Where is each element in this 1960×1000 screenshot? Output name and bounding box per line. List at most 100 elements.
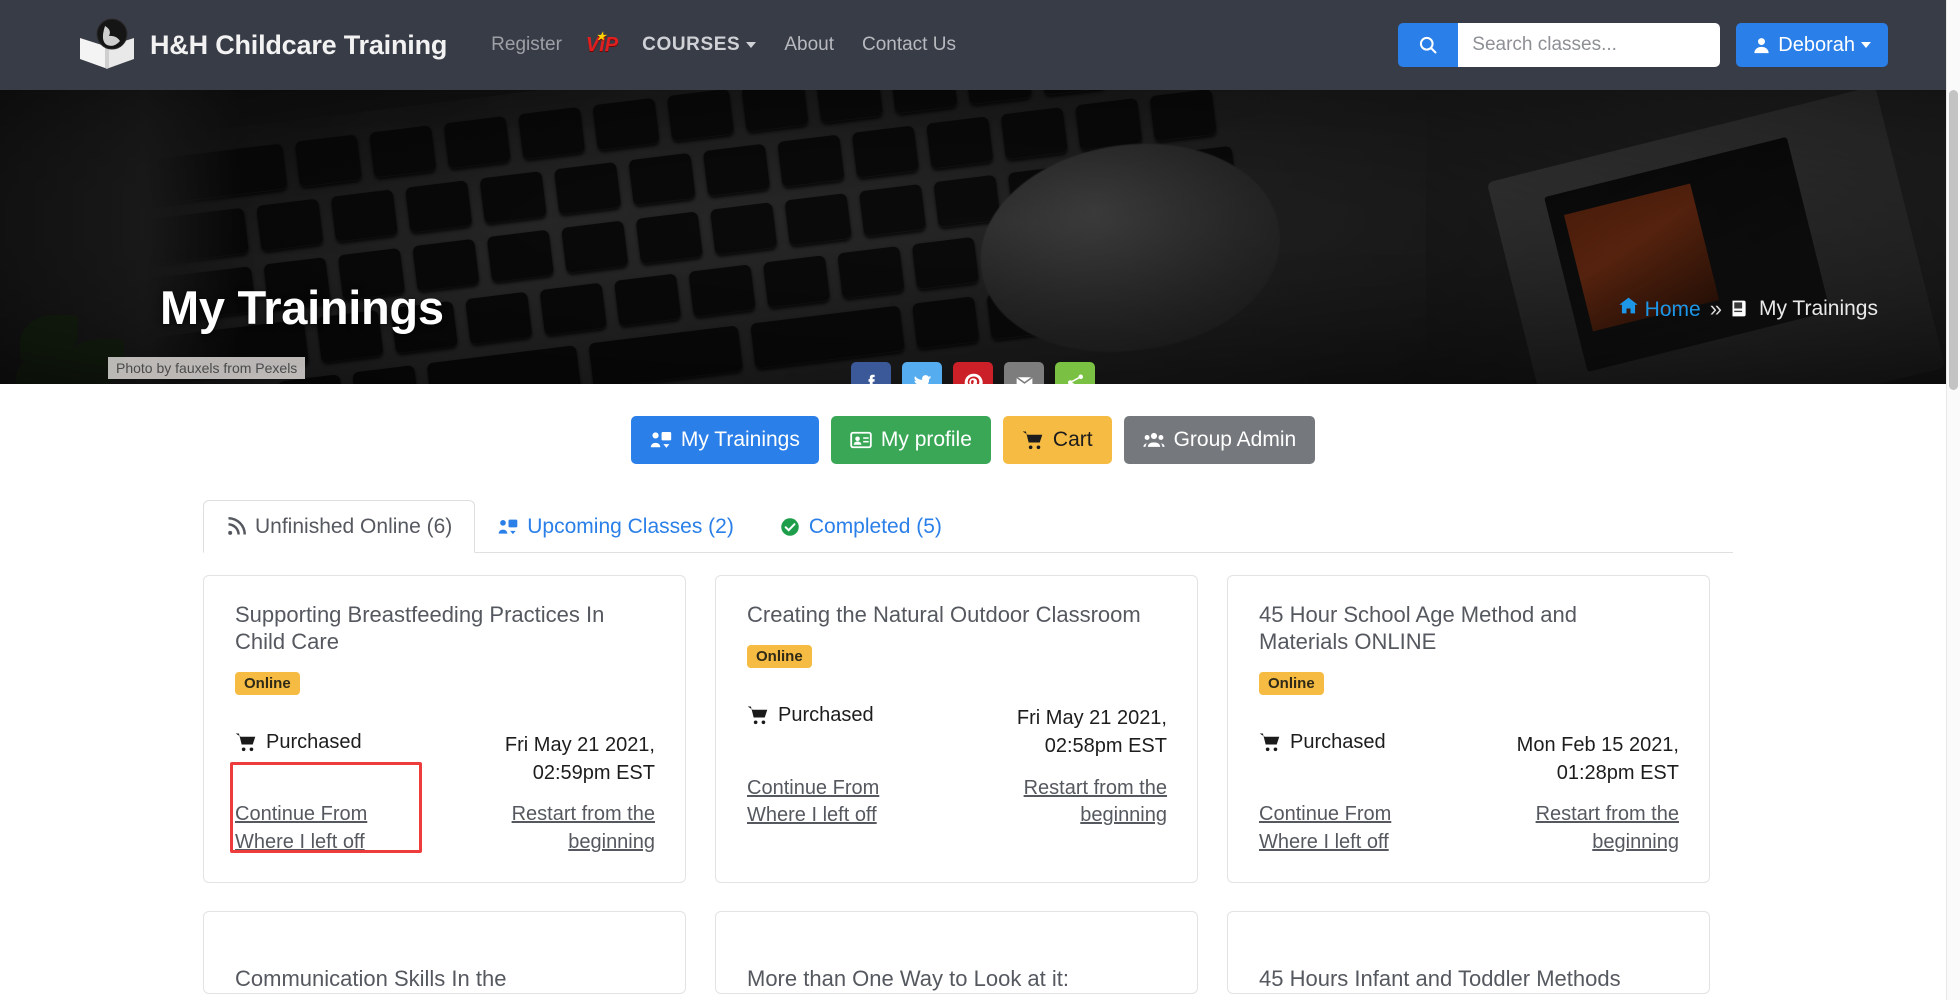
nav-link-vip[interactable]: ★ VIP: [576, 30, 628, 57]
cart-label: Cart: [1052, 428, 1093, 451]
restart-link[interactable]: Restart from the beginning: [1536, 803, 1679, 852]
group-admin-label: Group Admin: [1173, 428, 1297, 451]
chevron-down-icon: [1861, 42, 1871, 48]
scrollbar-thumb[interactable]: [1949, 90, 1958, 390]
cart-icon: [1259, 733, 1280, 752]
my-trainings-label: My Trainings: [680, 428, 800, 451]
search-button[interactable]: [1398, 23, 1459, 67]
continue-link[interactable]: Continue From Where I left off: [1259, 803, 1391, 852]
action-button-row: My Trainings My profile Cart Group Admin: [0, 384, 1946, 464]
training-card-title: More than One Way to Look at it:: [747, 965, 1070, 991]
nav-courses-label: COURSES: [642, 34, 741, 55]
hero-background-photo: [0, 90, 1946, 384]
twitter-icon: [914, 374, 931, 384]
facebook-share-button[interactable]: [851, 362, 891, 384]
profile-card-icon: [850, 431, 872, 449]
search-icon: [1420, 36, 1437, 54]
purchased-status: Purchased: [235, 731, 362, 754]
restart-link[interactable]: Restart from the beginning: [512, 803, 655, 852]
rss-icon: [228, 517, 246, 535]
purchased-status: Purchased: [1259, 731, 1386, 754]
breadcrumb: Home » My Trainings: [1618, 295, 1878, 322]
brand-group[interactable]: H&H Childcare Training: [76, 16, 447, 74]
training-card-title: 45 Hours Infant and Toddler Methods: [1259, 965, 1621, 991]
nav-link-about[interactable]: About: [770, 34, 848, 56]
nav-link-courses[interactable]: COURSES: [628, 34, 770, 56]
chevron-down-icon: [746, 41, 757, 48]
purchased-label: Purchased: [778, 703, 874, 726]
search-group: [1398, 23, 1721, 67]
nav-link-contact-us[interactable]: Contact Us: [848, 34, 970, 56]
continue-link[interactable]: Continue From Where I left off: [747, 777, 879, 826]
training-card[interactable]: More than One Way to Look at it:: [715, 910, 1198, 994]
more-share-button[interactable]: [1055, 362, 1095, 384]
home-icon: [1618, 295, 1639, 316]
status-badge: Online: [1259, 671, 1324, 695]
restart-link[interactable]: Restart from the beginning: [1024, 777, 1167, 826]
cart-button[interactable]: Cart: [1002, 416, 1112, 464]
continue-link[interactable]: Continue From Where I left off: [235, 803, 367, 852]
training-card-title: Supporting Breastfeeding Practices In Ch…: [235, 602, 605, 654]
training-card-title: Communication Skills In the: [235, 965, 507, 991]
vip-star-icon: ★: [596, 30, 606, 43]
top-navbar: H&H Childcare Training Register ★ VIP CO…: [0, 0, 1946, 90]
user-menu-button[interactable]: Deborah: [1736, 23, 1888, 67]
training-card-title: 45 Hour School Age Method and Materials …: [1259, 602, 1578, 654]
page-scrollbar[interactable]: [1946, 0, 1960, 1000]
training-card-title: Creating the Natural Outdoor Classroom: [747, 602, 1141, 627]
purchase-date: Fri May 21 2021, 02:59pm EST: [504, 733, 655, 785]
mail-icon: [1015, 376, 1033, 384]
user-name: Deborah: [1778, 33, 1855, 56]
social-share-row: [851, 362, 1095, 384]
purchased-status: Purchased: [747, 704, 874, 727]
twitter-share-button[interactable]: [902, 362, 942, 384]
status-badge: Online: [235, 671, 300, 695]
purchased-label: Purchased: [1290, 730, 1386, 753]
purchase-date: Mon Feb 15 2021, 01:28pm EST: [1516, 733, 1679, 785]
facebook-icon: [868, 374, 875, 384]
book-icon: [1729, 298, 1750, 319]
share-icon: [1067, 374, 1083, 384]
breadcrumb-separator: »: [1709, 295, 1722, 321]
tab-upcoming-classes[interactable]: Upcoming Classes (2): [475, 500, 757, 553]
hero-banner: My Trainings Photo by fauxels from Pexel…: [0, 90, 1946, 384]
navbar-right-group: Deborah: [1398, 23, 1888, 67]
training-card[interactable]: 45 Hours Infant and Toddler Methods: [1227, 910, 1710, 994]
status-badge: Online: [747, 644, 812, 668]
training-card[interactable]: Supporting Breastfeeding Practices In Ch…: [203, 575, 686, 883]
tab-unfinished-online[interactable]: Unfinished Online (6): [203, 500, 476, 553]
pinterest-share-button[interactable]: [953, 362, 993, 384]
training-card-links: Continue From Where I left off Restart f…: [747, 775, 1167, 829]
purchase-date: Fri May 21 2021, 02:58pm EST: [1016, 706, 1167, 758]
training-card[interactable]: 45 Hour School Age Method and Materials …: [1227, 575, 1710, 883]
group-admin-button[interactable]: Group Admin: [1123, 416, 1316, 464]
email-share-button[interactable]: [1004, 362, 1044, 384]
photo-credit: Photo by fauxels from Pexels: [108, 357, 306, 379]
training-card-meta: Purchased Mon Feb 15 2021, 01:28pm EST: [1259, 731, 1679, 788]
tab-completed-label: Completed (5): [808, 515, 942, 538]
training-tabs: Unfinished Online (6) Upcoming Classes (…: [203, 500, 1733, 553]
check-circle-icon: [781, 518, 799, 536]
breadcrumb-current: My Trainings: [1758, 296, 1878, 320]
users-icon: [1143, 432, 1165, 447]
cart-icon: [1022, 431, 1043, 450]
cart-icon: [235, 733, 256, 752]
my-profile-button[interactable]: My profile: [830, 416, 991, 464]
main-content: My Trainings My profile Cart Group Admin…: [0, 384, 1946, 1000]
breadcrumb-home-label: Home: [1644, 298, 1701, 321]
training-card[interactable]: Communication Skills In the: [203, 910, 686, 994]
tab-unfinished-online-label: Unfinished Online (6): [255, 515, 453, 538]
training-card-meta: Purchased Fri May 21 2021, 02:58pm EST: [747, 704, 1167, 761]
brand-title: H&H Childcare Training: [150, 29, 448, 60]
trainings-icon: [650, 432, 672, 448]
training-card[interactable]: Creating the Natural Outdoor Classroom O…: [715, 575, 1198, 883]
nav-links: Register ★ VIP COURSES About Contact Us: [477, 30, 970, 57]
trainings-icon: [498, 519, 518, 535]
my-trainings-button[interactable]: My Trainings: [630, 416, 819, 464]
tab-completed[interactable]: Completed (5): [757, 500, 965, 553]
nav-link-register[interactable]: Register: [477, 34, 576, 56]
training-card-meta: Purchased Fri May 21 2021, 02:59pm EST: [235, 731, 655, 788]
search-input[interactable]: [1458, 23, 1721, 67]
breadcrumb-home-link[interactable]: Home: [1618, 295, 1701, 322]
tab-upcoming-classes-label: Upcoming Classes (2): [527, 515, 734, 538]
